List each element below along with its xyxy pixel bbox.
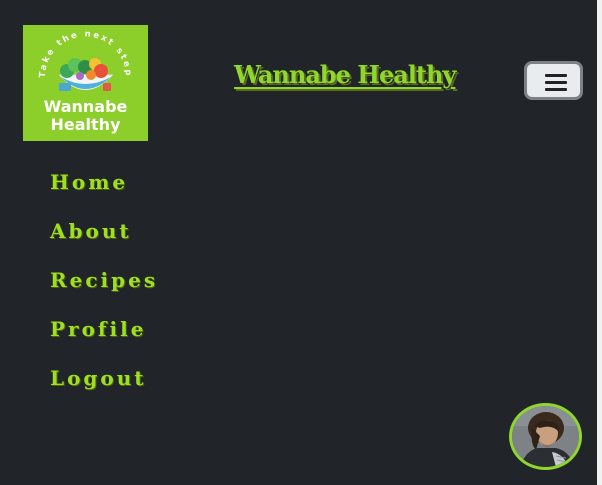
page-edge xyxy=(597,0,602,485)
hamburger-icon xyxy=(545,74,567,91)
nav-item-profile[interactable]: Profile xyxy=(50,317,158,366)
main-nav: Home About Recipes Profile Logout xyxy=(50,170,158,415)
logo-text-line2: Healthy xyxy=(50,115,121,134)
nav-item-logout[interactable]: Logout xyxy=(50,366,158,415)
nav-item-home[interactable]: Home xyxy=(50,170,158,219)
nav-item-recipes[interactable]: Recipes xyxy=(50,268,158,317)
site-logo[interactable]: Take the next step Wannabe Healthy xyxy=(23,25,148,141)
logo-text-line1: Wannabe xyxy=(43,97,128,116)
brand-title-link[interactable]: Wannabe Healthy xyxy=(234,60,456,89)
nav-item-about[interactable]: About xyxy=(50,219,158,268)
avatar-portrait-icon xyxy=(512,406,579,467)
menu-toggle-button[interactable] xyxy=(524,61,583,100)
user-avatar[interactable] xyxy=(509,403,582,470)
